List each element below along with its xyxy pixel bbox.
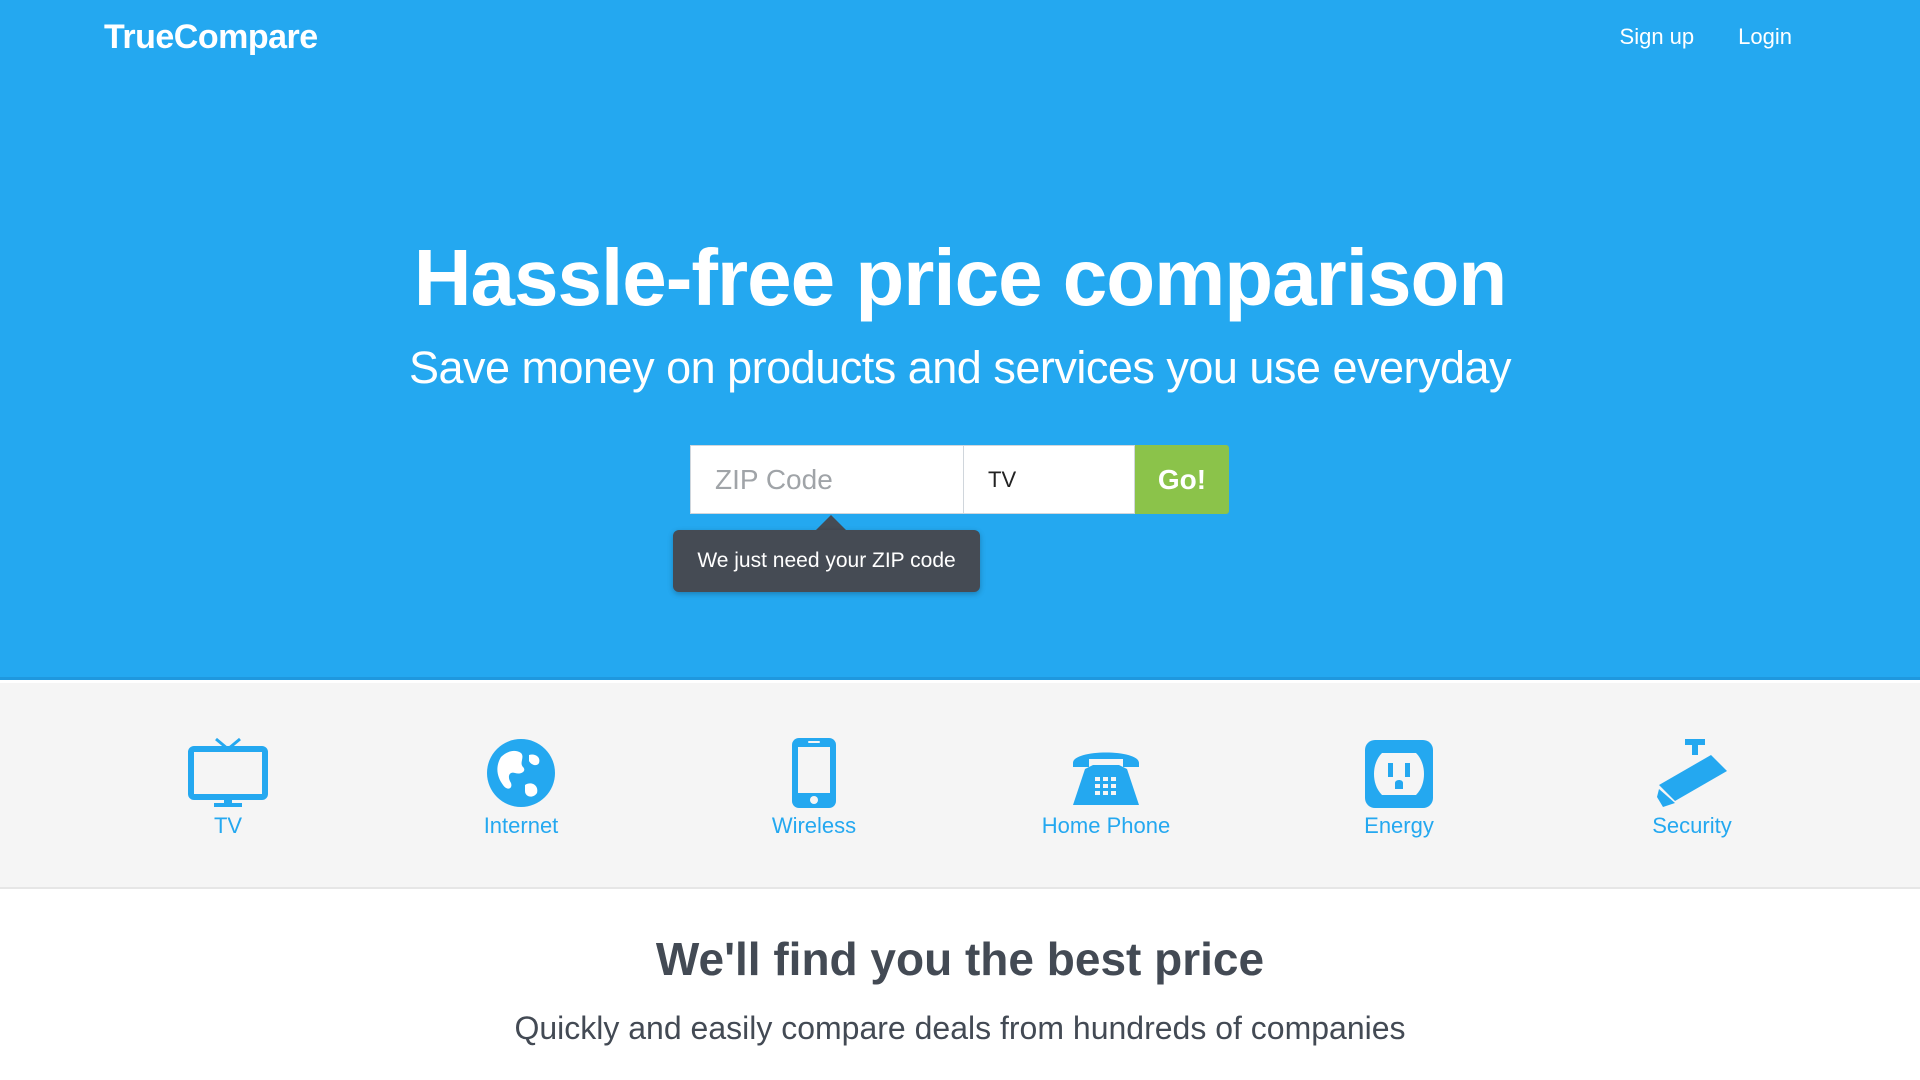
category-bar: TV Internet Wireless Home Phone Energy S…: [0, 683, 1920, 889]
category-label: TV: [213, 813, 243, 838]
category-internet[interactable]: Internet: [421, 733, 621, 839]
hero-headline: Hassle-free price comparison: [413, 233, 1507, 322]
tooltip-arrow: [816, 515, 846, 530]
telephone-icon: [1006, 733, 1206, 809]
power-outlet-icon: [1299, 733, 1499, 809]
category-security[interactable]: Security: [1592, 733, 1792, 839]
category-label: Energy: [1364, 813, 1434, 838]
service-select[interactable]: TV: [963, 445, 1135, 514]
hero-section: TrueCompare Sign up Login Hassle-free pr…: [0, 0, 1920, 680]
service-select-value: TV: [988, 466, 1017, 492]
category-tv[interactable]: TV: [128, 733, 328, 839]
category-label: Wireless: [771, 813, 857, 838]
hero-subhead: Save money on products and services you …: [408, 342, 1512, 393]
category-label: Security: [1652, 813, 1732, 838]
security-camera-icon: [1592, 733, 1792, 809]
promo-subtitle: Quickly and easily compare deals from hu…: [514, 1010, 1406, 1046]
zip-tooltip-text: We just need your ZIP code: [697, 549, 956, 572]
tv-icon: [128, 733, 328, 809]
top-nav: Sign up Login: [1620, 24, 1792, 50]
category-wireless[interactable]: Wireless: [714, 733, 914, 839]
smartphone-icon: [714, 733, 914, 809]
go-button[interactable]: Go!: [1135, 445, 1229, 514]
globe-icon: [421, 733, 621, 809]
category-label: Internet: [483, 813, 559, 838]
login-link[interactable]: Login: [1738, 24, 1792, 50]
promo-title: We'll find you the best price: [655, 933, 1265, 985]
search-form: TV Go!: [690, 445, 1229, 514]
brand-logo[interactable]: TrueCompare: [104, 18, 318, 57]
category-home-phone[interactable]: Home Phone: [1006, 733, 1206, 839]
zip-tooltip: We just need your ZIP code: [673, 530, 980, 592]
category-energy[interactable]: Energy: [1299, 733, 1499, 839]
category-label: Home Phone: [1041, 813, 1171, 838]
signup-link[interactable]: Sign up: [1620, 24, 1695, 50]
zip-code-input[interactable]: [690, 445, 963, 514]
